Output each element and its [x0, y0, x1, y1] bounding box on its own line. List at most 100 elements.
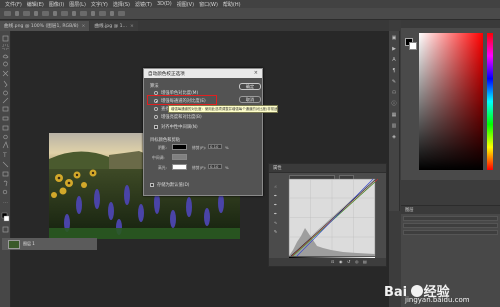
menu-select[interactable]: 选择(S): [113, 1, 130, 8]
eyedropper-tool-icon[interactable]: [3, 80, 8, 88]
quick-mask-icon[interactable]: [2, 226, 9, 233]
menu-help[interactable]: 帮助(H): [223, 1, 241, 8]
menu-edit[interactable]: 编辑(E): [27, 1, 44, 8]
midtones-label: 中间调:: [152, 155, 165, 160]
menu-view[interactable]: 视图(V): [177, 1, 194, 8]
eraser-tool-icon[interactable]: [2, 116, 9, 121]
tab-close-icon[interactable]: ×: [130, 24, 134, 29]
marquee-tool-icon[interactable]: [2, 44, 9, 50]
layer-thumbnail: [8, 239, 20, 249]
document-tab-bar: 曲线.png @ 100% (图层1, RGB/8) × 曲线.jpg @ 1.…: [0, 20, 392, 31]
shadows-color-swatch[interactable]: [172, 144, 187, 150]
option-button[interactable]: [23, 11, 30, 16]
option-button[interactable]: [118, 11, 125, 16]
styles-icon[interactable]: ◈: [391, 134, 398, 140]
menu-3d[interactable]: 3D(D): [157, 1, 172, 7]
option-button[interactable]: [42, 11, 49, 16]
option-button[interactable]: [72, 11, 76, 16]
option-brightness-contrast[interactable]: 增强亮度和对比度(B): [154, 114, 202, 120]
option-button[interactable]: [61, 11, 68, 16]
more-tools-icon[interactable]: …: [3, 199, 8, 205]
path-select-tool-icon[interactable]: [2, 161, 9, 168]
shadows-label: 阴影:: [158, 145, 167, 150]
blend-mode-row[interactable]: [403, 223, 498, 228]
lock-row[interactable]: [403, 230, 498, 235]
option-button[interactable]: [80, 11, 87, 16]
hue-slider[interactable]: [487, 33, 493, 170]
option-button[interactable]: [91, 11, 95, 16]
pen-tool-icon[interactable]: [2, 141, 9, 149]
background-color[interactable]: [409, 42, 417, 50]
option-button[interactable]: [34, 11, 38, 16]
radio-brightness-contrast[interactable]: [154, 115, 158, 119]
layer-filter-row[interactable]: [403, 216, 498, 221]
dodge-tool-icon[interactable]: [3, 134, 8, 140]
paragraph-icon[interactable]: ¶: [391, 68, 398, 74]
lasso-tool-icon[interactable]: [2, 54, 9, 59]
move-tool-icon[interactable]: [2, 35, 9, 42]
highlights-clip-input[interactable]: 0.10: [208, 164, 222, 169]
document-tab[interactable]: 曲线.jpg @ 1... ×: [90, 21, 138, 31]
option-button[interactable]: [53, 11, 57, 16]
menu-image[interactable]: 图像(I): [49, 1, 64, 8]
gradient-tool-icon[interactable]: [2, 125, 9, 131]
menu-file[interactable]: 文件(F): [5, 1, 22, 8]
delete-icon[interactable]: ▤: [363, 259, 368, 264]
quick-select-tool-icon[interactable]: [3, 61, 8, 67]
clip-to-layer-icon[interactable]: ⊡: [331, 259, 336, 264]
history-icon[interactable]: ▣: [391, 35, 398, 41]
stamp-tool-icon[interactable]: [2, 106, 9, 112]
black-point-eyedropper-icon[interactable]: ✒: [272, 193, 279, 198]
edit-points-icon[interactable]: ∿: [272, 220, 279, 225]
targets-section-label: 目标颜色和剪贴: [150, 138, 181, 143]
save-default-checkbox[interactable]: [150, 183, 154, 187]
option-button[interactable]: [110, 11, 114, 16]
save-default-option[interactable]: 存储为默认值(D): [150, 182, 189, 188]
swatches-icon[interactable]: ▥: [391, 123, 398, 129]
radio-dark-light[interactable]: [154, 107, 158, 111]
menu-filter[interactable]: 滤镜(T): [135, 1, 152, 8]
color-field[interactable]: [419, 33, 483, 170]
type-tool-icon[interactable]: T: [2, 152, 7, 159]
visibility-icon[interactable]: ◎: [355, 259, 360, 264]
on-image-adjust-icon[interactable]: ☝: [272, 184, 279, 189]
option-button[interactable]: [99, 11, 106, 16]
watermark-url: jingyan.baidu.com: [405, 296, 470, 304]
midtones-color-swatch[interactable]: [172, 154, 187, 160]
crop-tool-icon[interactable]: [2, 70, 9, 77]
shadows-clip-input[interactable]: 0.10: [208, 144, 222, 149]
ok-button[interactable]: 确定: [239, 83, 261, 90]
zoom-tool-icon[interactable]: [2, 189, 8, 195]
layer-item[interactable]: 图层 1: [2, 238, 97, 250]
navigator-icon[interactable]: ▦: [391, 112, 398, 118]
white-point-eyedropper-icon[interactable]: ✒: [272, 211, 279, 216]
menu-type[interactable]: 文字(Y): [91, 1, 108, 8]
hand-tool-icon[interactable]: [3, 180, 8, 187]
snap-neutral-option[interactable]: 对齐中性中间调(N): [154, 124, 198, 130]
snap-neutral-checkbox[interactable]: [154, 125, 158, 129]
brush-tool-icon[interactable]: [2, 97, 9, 104]
healing-brush-icon[interactable]: [3, 90, 8, 96]
document-tab-active[interactable]: 曲线.png @ 100% (图层1, RGB/8) ×: [0, 21, 90, 31]
draw-curve-icon[interactable]: ✎: [272, 229, 279, 234]
clone-source-icon[interactable]: ⚇: [391, 90, 398, 96]
shape-tool-icon[interactable]: [2, 171, 9, 177]
actions-icon[interactable]: ▶: [391, 46, 398, 52]
gray-point-eyedropper-icon[interactable]: ✒: [272, 202, 279, 207]
background-color-swatch[interactable]: [3, 215, 10, 222]
view-previous-icon[interactable]: ◉: [339, 259, 344, 264]
cancel-button[interactable]: 取消: [239, 96, 261, 103]
curves-graph[interactable]: [287, 176, 379, 262]
highlights-color-swatch[interactable]: [172, 164, 187, 170]
menu-layer[interactable]: 图层(L): [69, 1, 86, 8]
tab-close-icon[interactable]: ×: [82, 24, 86, 29]
option-button[interactable]: [15, 11, 19, 16]
dialog-title-bar[interactable]: 自动颜色校正选项 ×: [144, 69, 262, 78]
character-icon[interactable]: A: [391, 57, 398, 63]
brush-panel-icon[interactable]: ✎: [391, 79, 398, 85]
info-icon[interactable]: ⓘ: [391, 101, 398, 107]
menu-window[interactable]: 窗口(W): [199, 1, 218, 8]
reset-icon[interactable]: ↺: [347, 259, 352, 264]
close-icon[interactable]: ×: [254, 70, 258, 76]
tool-preset-button[interactable]: [4, 11, 11, 16]
